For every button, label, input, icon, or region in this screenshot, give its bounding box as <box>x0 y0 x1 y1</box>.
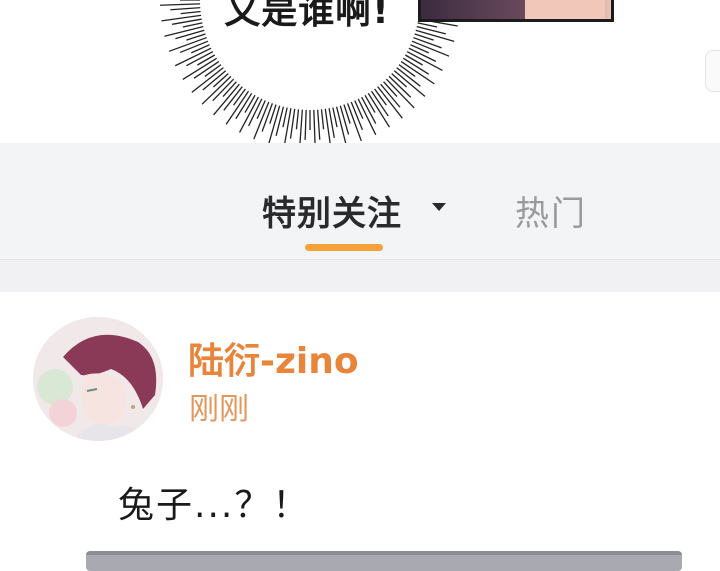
section-divider <box>0 259 720 293</box>
comic-strip: 又是谁啊! <box>0 0 720 150</box>
speech-bubble-text: 又是谁啊! <box>224 0 390 32</box>
post-username[interactable]: 陆衍-zino <box>188 332 359 384</box>
phone-edge <box>705 50 720 92</box>
avatar-portrait-icon <box>33 317 163 441</box>
post-image[interactable] <box>86 551 682 571</box>
comic-panel <box>418 0 614 22</box>
tab-hot[interactable]: 热门 <box>515 186 587 235</box>
active-tab-indicator <box>305 244 383 251</box>
post-timestamp: 刚刚 <box>189 392 249 427</box>
tab-special-follow[interactable]: 特别关注 <box>262 186 402 235</box>
post-content: 兔子...？！ <box>118 485 311 526</box>
chevron-down-icon[interactable] <box>432 203 446 211</box>
avatar[interactable] <box>33 317 163 441</box>
